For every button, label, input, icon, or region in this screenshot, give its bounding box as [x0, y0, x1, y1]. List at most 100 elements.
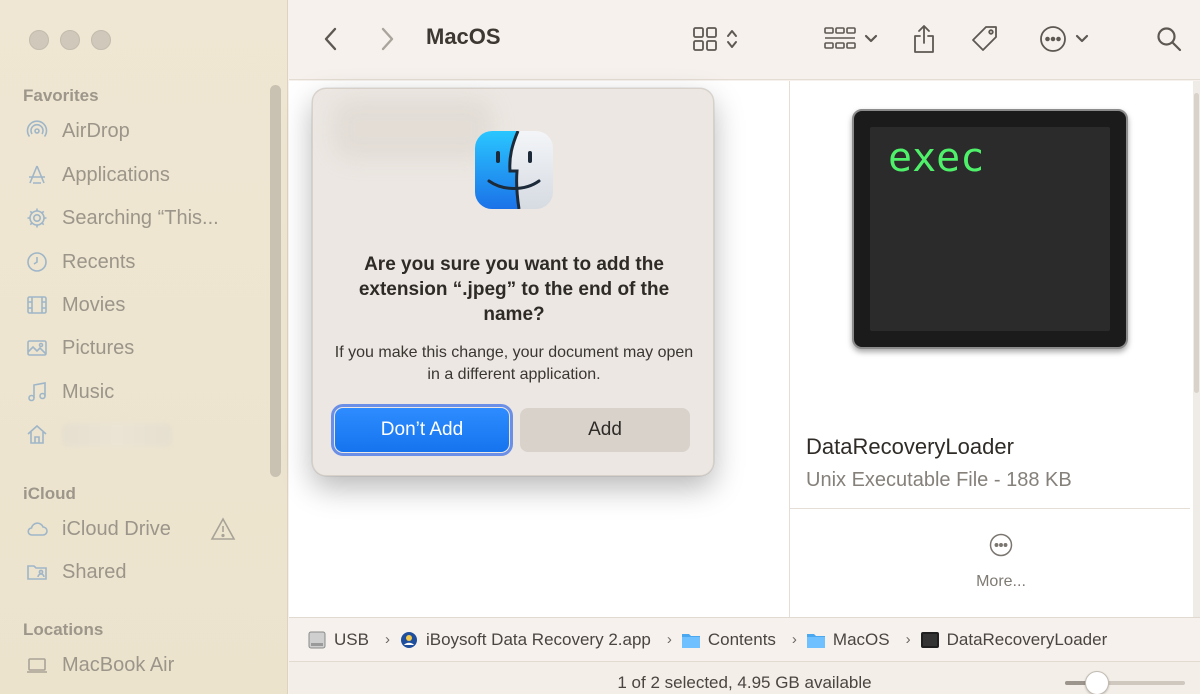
- thumbnail-text: exec: [888, 135, 985, 181]
- path-crumb-app[interactable]: iBoysoft Data Recovery 2.app ›: [399, 630, 681, 650]
- chevron-right-icon: ›: [905, 631, 911, 648]
- home-label-redacted: [62, 423, 172, 447]
- file-thumbnail: exec: [852, 109, 1128, 349]
- sidebar-item-searching[interactable]: Searching “This...: [24, 203, 219, 233]
- locations-header: Locations: [23, 620, 104, 639]
- icloud-header: iCloud: [23, 484, 76, 503]
- favorites-header: Favorites: [23, 86, 99, 105]
- sidebar-item-label: iCloud Drive: [62, 517, 171, 540]
- warning-icon[interactable]: [210, 517, 236, 541]
- minimize-button[interactable]: [60, 30, 80, 50]
- path-crumb-usb[interactable]: USB ›: [307, 630, 399, 650]
- path-crumb-label: DataRecoveryLoader: [946, 629, 1108, 649]
- shared-folder-icon: [24, 559, 50, 585]
- path-crumb-file[interactable]: DataRecoveryLoader: [920, 629, 1108, 650]
- group-button[interactable]: [822, 22, 880, 56]
- tag-icon[interactable]: [969, 22, 1001, 56]
- sidebar-item-shared[interactable]: Shared: [24, 557, 127, 587]
- laptop-icon: [24, 652, 50, 678]
- dialog-title: Are you sure you want to add the extensi…: [358, 254, 670, 325]
- sidebar-item-recents[interactable]: Recents: [24, 247, 135, 277]
- path-crumb-label: USB: [334, 629, 369, 649]
- path-crumb-macos[interactable]: MacOS ›: [806, 630, 920, 650]
- group-icon: [824, 26, 856, 52]
- terminal-icon: [920, 631, 939, 648]
- more-actions-button[interactable]: [1035, 22, 1093, 56]
- gear-icon: [24, 205, 50, 231]
- share-icon[interactable]: [911, 22, 937, 56]
- sidebar-item-label: Pictures: [62, 336, 135, 359]
- cloud-icon: [24, 516, 50, 542]
- sidebar-item-label: Movies: [62, 293, 126, 316]
- path-crumb-contents[interactable]: Contents ›: [681, 630, 806, 650]
- status-text: 1 of 2 selected, 4.95 GB available: [617, 673, 872, 692]
- path-bar: USB › iBoysoft Data Recovery 2.app › Con…: [289, 617, 1200, 661]
- sidebar-item-applications[interactable]: Applications: [24, 160, 170, 190]
- content-scrollbar[interactable]: [1193, 81, 1200, 617]
- file-name: DataRecoveryLoader: [806, 434, 1014, 459]
- drive-icon: [308, 631, 326, 648]
- icon-size-slider[interactable]: [1065, 671, 1185, 694]
- finder-icon: [473, 129, 555, 211]
- divider: [790, 508, 1190, 509]
- chevron-left-icon[interactable]: [319, 22, 343, 56]
- ellipsis-circle-icon: [1039, 25, 1067, 53]
- chevron-right-icon: ›: [791, 631, 797, 648]
- rename-confirm-dialog: Are you sure you want to add the extensi…: [312, 88, 714, 476]
- sidebar-scrollbar[interactable]: [270, 85, 281, 477]
- music-note-icon: [24, 379, 50, 405]
- sidebar-item-airdrop[interactable]: AirDrop: [24, 116, 130, 146]
- path-crumb-label: Contents: [707, 629, 776, 649]
- sidebar-item-macbook-air[interactable]: MacBook Air: [24, 650, 174, 680]
- close-button[interactable]: [29, 30, 49, 50]
- clock-icon: [24, 249, 50, 275]
- dont-add-button[interactable]: Don’t Add: [331, 404, 513, 456]
- toolbar: MacOS: [289, 0, 1200, 80]
- view-options-button[interactable]: [687, 22, 743, 56]
- sidebar-item-label: Recents: [62, 250, 136, 273]
- chevron-right-icon: ›: [666, 631, 672, 648]
- sidebar-item-home[interactable]: [24, 420, 172, 450]
- dialog-message: If you make this change, your document m…: [334, 344, 694, 383]
- slider-knob[interactable]: [1085, 671, 1109, 694]
- sidebar-item-icloud-drive[interactable]: iCloud Drive: [24, 514, 171, 544]
- window-controls: [29, 30, 111, 50]
- sidebar-item-pictures[interactable]: Pictures: [24, 333, 134, 363]
- photo-icon: [24, 335, 50, 361]
- file-info: Unix Executable File - 188 KB: [806, 469, 1072, 491]
- app-icon: [400, 631, 417, 648]
- airdrop-icon: [24, 118, 50, 144]
- preview-pane: exec DataRecoveryLoader Unix Executable …: [789, 81, 1190, 617]
- chevron-right-icon: ›: [384, 631, 390, 648]
- sidebar-item-movies[interactable]: Movies: [24, 290, 125, 320]
- folder-icon: [681, 633, 700, 648]
- sidebar-item-label: AirDrop: [62, 119, 130, 142]
- chevron-down-icon: [1075, 34, 1089, 44]
- add-button[interactable]: Add: [520, 408, 690, 452]
- home-icon: [24, 422, 50, 448]
- path-crumb-label: iBoysoft Data Recovery 2.app: [425, 629, 651, 649]
- applications-icon: [24, 162, 50, 188]
- chevron-right-icon[interactable]: [375, 22, 399, 56]
- status-bar: 1 of 2 selected, 4.95 GB available: [289, 661, 1200, 694]
- sidebar-item-music[interactable]: Music: [24, 377, 114, 407]
- search-icon[interactable]: [1155, 22, 1183, 56]
- sidebar-item-label: Music: [62, 380, 115, 403]
- zoom-button[interactable]: [91, 30, 111, 50]
- film-icon: [24, 292, 50, 318]
- grid-view-icon: [692, 26, 718, 52]
- more-button[interactable]: More...: [790, 573, 1200, 591]
- sidebar-item-label: Applications: [62, 163, 170, 186]
- sidebar-item-label: MacBook Air: [62, 653, 175, 676]
- chevron-down-icon: [864, 34, 878, 44]
- ellipsis-circle-icon[interactable]: [989, 533, 1013, 557]
- sidebar: Favorites AirDrop Applications Searching…: [0, 0, 288, 694]
- updown-chevron-icon: [726, 28, 738, 50]
- sidebar-item-label: Searching “This...: [62, 206, 219, 229]
- terminal-screen: exec: [870, 127, 1110, 331]
- window-title: MacOS: [426, 24, 501, 49]
- sidebar-item-label: Shared: [62, 560, 127, 583]
- dialog-blur: [333, 99, 493, 159]
- folder-icon: [806, 633, 825, 648]
- path-crumb-label: MacOS: [832, 629, 890, 649]
